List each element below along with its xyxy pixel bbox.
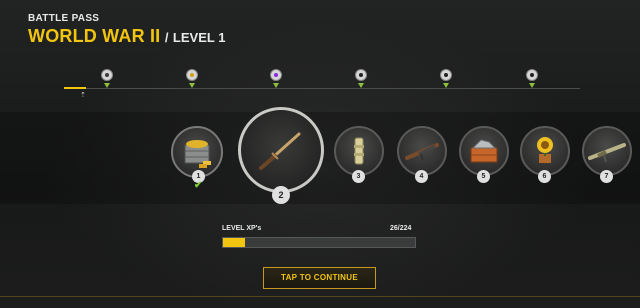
milestone-arrow — [443, 83, 449, 88]
level-label: LEVEL 1 — [172, 30, 226, 45]
gold-crate-icon — [184, 140, 211, 168]
tap-to-continue-button[interactable]: TAP TO CONTINUE — [263, 267, 376, 289]
milestone-arrow — [529, 83, 535, 88]
reward-number-badge: 7 — [600, 170, 613, 183]
smg-rifle-icon — [405, 143, 439, 161]
bayonet-icon — [259, 132, 301, 170]
season-title: WORLD WAR II — [28, 26, 161, 46]
coin-icon[interactable] — [186, 69, 198, 81]
xp-progress-bar — [222, 237, 416, 248]
trophy-icon[interactable] — [526, 69, 538, 81]
progress-track — [64, 88, 580, 89]
current-position-marker: ⇡ — [80, 92, 86, 99]
claimed-check-icon: ✔ — [194, 180, 203, 191]
milestone-arrow — [104, 83, 110, 88]
title-separator: / — [164, 30, 169, 45]
battle-pass-label: BATTLE PASS — [28, 13, 100, 24]
reward-number-badge: 5 — [477, 170, 490, 183]
reward-item-2[interactable] — [238, 107, 324, 193]
milestone-arrow — [189, 83, 195, 88]
crate-icon[interactable] — [101, 69, 113, 81]
mask-icon[interactable] — [270, 69, 282, 81]
xp-value: 26/224 — [390, 225, 412, 232]
xp-label: LEVEL XP's — [222, 225, 262, 232]
title-row: WORLD WAR II / LEVEL 1 — [28, 26, 225, 47]
reward-item-6[interactable] — [520, 126, 570, 176]
skull-icon[interactable] — [440, 69, 452, 81]
xp-progress-fill — [223, 238, 246, 247]
supply-crate-icon — [470, 139, 498, 163]
wings-icon[interactable] — [355, 69, 367, 81]
milestone-arrow — [358, 83, 364, 88]
reward-item-5[interactable] — [459, 126, 509, 176]
reward-number-badge: 3 — [352, 170, 365, 183]
reward-item-4[interactable] — [397, 126, 447, 176]
camo-rifle-icon — [588, 143, 626, 163]
reward-number-badge: 2 — [272, 186, 290, 204]
header: BATTLE PASS WORLD WAR II / LEVEL 1 — [28, 13, 225, 47]
milestone-arrow — [273, 83, 279, 88]
bottom-divider — [0, 296, 640, 297]
reward-item-3[interactable] — [334, 126, 384, 176]
reward-item-7[interactable] — [582, 126, 632, 176]
sunflower-badge-icon — [537, 137, 553, 163]
progress-track-fill — [64, 87, 86, 89]
canister-icon — [354, 137, 364, 165]
reward-number-badge: 6 — [538, 170, 551, 183]
reward-number-badge: 4 — [415, 170, 428, 183]
